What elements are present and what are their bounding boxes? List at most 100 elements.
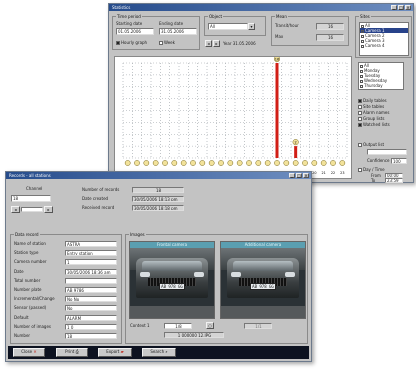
range-label: Year 31.05.2006 bbox=[223, 41, 256, 46]
frontal-camera-image[interactable]: Frontal camera AB 978 GG bbox=[129, 241, 215, 319]
object-select[interactable]: All bbox=[208, 23, 248, 30]
baseline-marker bbox=[330, 160, 336, 166]
baseline-marker bbox=[218, 160, 224, 166]
option-group-lists[interactable]: Group lists bbox=[358, 116, 384, 121]
record-field-label: Number bbox=[14, 333, 31, 338]
ratio-field-1[interactable]: 1/8 bbox=[164, 323, 192, 329]
record-field-value[interactable]: Entry station bbox=[65, 250, 117, 257]
sites-list[interactable]: All Camera 1 Camera 2 Camera 3 Camera 4 bbox=[359, 22, 409, 56]
prev-period-button[interactable]: ◂ bbox=[205, 40, 212, 47]
export-icon: ▰ bbox=[120, 349, 124, 354]
next-record-button[interactable]: ▸ bbox=[44, 206, 53, 213]
baseline-marker bbox=[124, 160, 131, 166]
data-record-title: Data record bbox=[14, 232, 40, 237]
option-alarm-names[interactable]: Alarm names bbox=[358, 110, 389, 115]
record-field-value[interactable]: 1 bbox=[65, 259, 117, 266]
baseline-marker bbox=[227, 160, 234, 166]
export-button[interactable]: Export ▰ bbox=[98, 348, 132, 357]
confidence-label: Confidence bbox=[367, 158, 390, 163]
record-field-label: Total number bbox=[14, 277, 41, 283]
record-field-value[interactable]: 18 bbox=[65, 333, 117, 339]
chart-bar[interactable] bbox=[294, 146, 298, 158]
x-tick-label: 20 bbox=[312, 171, 316, 175]
minimize-button[interactable]: _ bbox=[289, 173, 295, 178]
record-field-value[interactable]: ALARM bbox=[65, 314, 117, 321]
record-field-label: Station type bbox=[14, 250, 39, 256]
record-field-label: Default bbox=[14, 314, 29, 320]
confidence-field[interactable]: 100 bbox=[391, 158, 407, 164]
record-field-value[interactable]: ASTRA bbox=[65, 241, 117, 247]
close-record-button[interactable]: Close ✕ bbox=[13, 348, 45, 357]
image-options-button[interactable]: ○ bbox=[206, 322, 214, 329]
days-list[interactable]: All Monday Tuesday Wednesday Thursday bbox=[358, 62, 404, 90]
day-time-checkbox[interactable]: Day / Time bbox=[358, 167, 385, 172]
search-icon: ⌕ bbox=[165, 349, 168, 354]
to-time-label: To bbox=[371, 178, 376, 183]
output-list-field[interactable] bbox=[367, 149, 407, 155]
baseline-marker bbox=[171, 160, 178, 166]
option-site-tables[interactable]: Site tables bbox=[358, 104, 384, 109]
record-field-value[interactable]: No No bbox=[65, 296, 117, 303]
statistics-titlebar: Statistics _ □ × bbox=[109, 4, 413, 11]
output-list-checkbox[interactable]: Output list bbox=[358, 142, 384, 147]
chart-area: 0123456789101112131415161617218192021222… bbox=[114, 56, 352, 179]
close-x-icon: ✕ bbox=[33, 349, 37, 354]
close-button[interactable]: × bbox=[303, 173, 309, 178]
day-item[interactable]: Thursday bbox=[359, 83, 403, 88]
first-record-button[interactable]: ◂ bbox=[11, 206, 20, 213]
record-field-value[interactable]: 1 0 bbox=[65, 323, 117, 330]
option-watched-lists[interactable]: Watched lists bbox=[358, 122, 390, 127]
search-button[interactable]: Search ⌕ bbox=[142, 348, 176, 357]
mean-row1-value: 16 bbox=[316, 23, 344, 30]
baseline-marker bbox=[302, 160, 308, 166]
baseline-marker bbox=[283, 160, 290, 166]
record-field-label: Incremental/Change bbox=[14, 296, 55, 302]
x-tick-label: 21 bbox=[322, 171, 326, 175]
record-field-value[interactable]: No bbox=[65, 305, 117, 312]
week-option[interactable]: Week bbox=[159, 40, 175, 45]
print-button[interactable]: Print ⎙ bbox=[56, 348, 88, 357]
timeperiod-group: Time period Starting date Ending date 01… bbox=[112, 14, 200, 50]
channel-field[interactable]: 18 bbox=[11, 195, 51, 202]
timeperiod-title: Time period bbox=[116, 14, 142, 19]
additional-camera-image[interactable]: Additional camera AB 978 GG bbox=[220, 241, 306, 319]
chart-bar[interactable] bbox=[275, 63, 279, 158]
next-period-button[interactable]: ▸ bbox=[213, 40, 220, 47]
record-field-value[interactable]: 30/05/2006 18:36 am bbox=[65, 268, 117, 275]
statistics-title: Statistics bbox=[112, 5, 131, 10]
option-daily-tables[interactable]: Daily tables bbox=[358, 98, 387, 103]
hourly-graph-option[interactable]: Hourly graph bbox=[116, 40, 147, 45]
baseline-marker bbox=[208, 160, 215, 166]
received-label: Received record bbox=[82, 205, 115, 210]
object-dropdown-button[interactable]: ▾ bbox=[248, 23, 255, 30]
record-field-label: Camera number bbox=[14, 259, 47, 265]
site-item[interactable]: Camera 4 bbox=[360, 43, 408, 48]
end-date-field[interactable]: 31.05.2006 bbox=[159, 28, 197, 35]
record-field-value[interactable] bbox=[65, 277, 117, 284]
statistics-window: Statistics _ □ × Time period Starting da… bbox=[108, 3, 414, 183]
close-button[interactable]: × bbox=[405, 5, 411, 10]
bar-value-label: 2 bbox=[295, 141, 297, 145]
maximize-button[interactable]: □ bbox=[398, 5, 404, 10]
bar-value-label: 16 bbox=[275, 57, 279, 61]
to-time-field[interactable]: 23:59 bbox=[385, 178, 403, 183]
maximize-button[interactable]: □ bbox=[296, 173, 302, 178]
num-records-value: 18 bbox=[132, 187, 184, 193]
received-value: 30/05/2006 18:18 pm bbox=[132, 205, 184, 211]
baseline-marker bbox=[134, 160, 140, 166]
mean-row1-label: Transit/hour bbox=[275, 23, 299, 28]
start-date-field[interactable]: 01.05.2006 bbox=[116, 28, 154, 35]
created-label: Date created bbox=[82, 196, 109, 201]
minimize-button[interactable]: _ bbox=[391, 5, 397, 10]
num-records-label: Number of records bbox=[82, 187, 120, 192]
mean-group: Mean Transit/hour 16 Max 16 bbox=[271, 14, 349, 46]
start-date-label: Starting date bbox=[116, 21, 143, 26]
baseline-marker bbox=[162, 160, 168, 166]
baseline-marker bbox=[255, 160, 262, 166]
channel-label: Channel bbox=[26, 186, 43, 191]
baseline-marker bbox=[199, 160, 206, 166]
record-field-value[interactable]: AB 9786 bbox=[65, 287, 117, 293]
end-date-label: Ending date bbox=[159, 21, 184, 26]
record-scroll[interactable] bbox=[21, 207, 43, 212]
ratio-field-2: 1/1 bbox=[244, 323, 272, 329]
